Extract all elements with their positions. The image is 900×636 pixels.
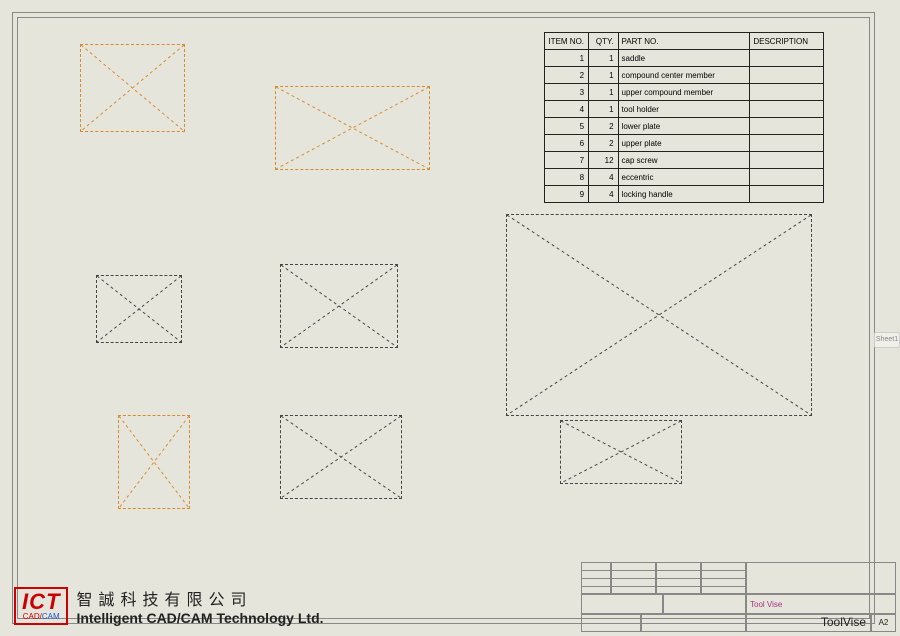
bom-cell-desc xyxy=(750,67,824,84)
bom-cell-part: cap screw xyxy=(618,152,750,169)
bom-header-row: ITEM NO. QTY. PART NO. DESCRIPTION xyxy=(545,33,824,50)
bom-cell-qty: 1 xyxy=(589,50,619,67)
bom-cell-part: eccentric xyxy=(618,169,750,186)
company-name-cn: 智誠科技有限公司 xyxy=(76,586,323,610)
bom-cell-item: 6 xyxy=(545,135,589,152)
bom-cell-desc xyxy=(750,101,824,118)
bom-cell-qty: 12 xyxy=(589,152,619,169)
bom-cell-part: upper compound member xyxy=(618,84,750,101)
bom-row: 84eccentric xyxy=(545,169,824,186)
bom-cell-qty: 1 xyxy=(589,101,619,118)
bom-cell-qty: 1 xyxy=(589,84,619,101)
title-block: Tool Vise ToolVise A2 xyxy=(581,562,896,632)
bom-cell-qty: 2 xyxy=(589,135,619,152)
bom-header-item: ITEM NO. xyxy=(545,33,589,50)
bom-cell-qty: 2 xyxy=(589,118,619,135)
bom-cell-part: compound center member xyxy=(618,67,750,84)
bom-cell-desc xyxy=(750,169,824,186)
bom-cell-item: 3 xyxy=(545,84,589,101)
bom-cell-desc xyxy=(750,186,824,203)
company-name-en: Intelligent CAD/CAM Technology Ltd. xyxy=(76,610,323,626)
view-placeholder[interactable] xyxy=(560,420,682,484)
bom-table: ITEM NO. QTY. PART NO. DESCRIPTION 11sad… xyxy=(544,32,824,203)
bom-row: 62upper plate xyxy=(545,135,824,152)
title-block-drawing-name: ToolVise xyxy=(746,615,872,629)
bom-cell-desc xyxy=(750,152,824,169)
bom-row: 11saddle xyxy=(545,50,824,67)
bom-cell-qty: 4 xyxy=(589,169,619,186)
view-placeholder[interactable] xyxy=(118,415,190,509)
view-placeholder[interactable] xyxy=(275,86,430,170)
view-placeholder[interactable] xyxy=(96,275,182,343)
logo-ict-text: ICT xyxy=(22,591,60,613)
bom-cell-qty: 4 xyxy=(589,186,619,203)
view-placeholder[interactable] xyxy=(280,415,402,499)
logo-sub-text: CAD/CAM xyxy=(22,613,60,621)
bom-cell-part: locking handle xyxy=(618,186,750,203)
bom-row: 94locking handle xyxy=(545,186,824,203)
bom-row: 712cap screw xyxy=(545,152,824,169)
bom-cell-desc xyxy=(750,135,824,152)
title-block-project: Tool Vise xyxy=(750,600,782,609)
sheet-tab[interactable]: Sheet1 xyxy=(874,332,900,348)
bom-cell-item: 5 xyxy=(545,118,589,135)
bom-cell-part: tool holder xyxy=(618,101,750,118)
ict-logo-icon: ICT CAD/CAM xyxy=(14,587,68,625)
bom-cell-part: lower plate xyxy=(618,118,750,135)
bom-cell-item: 7 xyxy=(545,152,589,169)
bom-header-desc: DESCRIPTION xyxy=(750,33,824,50)
bom-cell-item: 4 xyxy=(545,101,589,118)
bom-row: 41tool holder xyxy=(545,101,824,118)
bom-header-part: PART NO. xyxy=(618,33,750,50)
bom-header-qty: QTY. xyxy=(589,33,619,50)
bom-cell-desc xyxy=(750,118,824,135)
bom-cell-part: upper plate xyxy=(618,135,750,152)
bom-cell-desc xyxy=(750,84,824,101)
bom-cell-part: saddle xyxy=(618,50,750,67)
view-placeholder[interactable] xyxy=(280,264,398,348)
company-logo-block: ICT CAD/CAM 智誠科技有限公司 Intelligent CAD/CAM… xyxy=(14,586,324,626)
bom-cell-item: 1 xyxy=(545,50,589,67)
bom-cell-item: 2 xyxy=(545,67,589,84)
title-block-size: A2 xyxy=(871,614,896,632)
bom-row: 52lower plate xyxy=(545,118,824,135)
bom-cell-item: 8 xyxy=(545,169,589,186)
bom-row: 31upper compound member xyxy=(545,84,824,101)
view-placeholder[interactable] xyxy=(80,44,185,132)
view-placeholder[interactable] xyxy=(506,214,812,416)
bom-cell-item: 9 xyxy=(545,186,589,203)
company-name-block: 智誠科技有限公司 Intelligent CAD/CAM Technology … xyxy=(76,586,323,626)
bom-cell-qty: 1 xyxy=(589,67,619,84)
bom-cell-desc xyxy=(750,50,824,67)
bom-row: 21compound center member xyxy=(545,67,824,84)
